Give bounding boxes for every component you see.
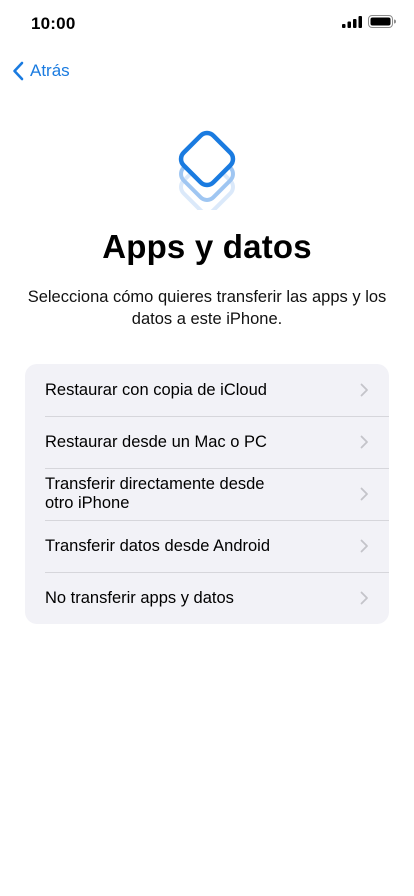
status-time: 10:00 (31, 14, 76, 33)
back-button[interactable]: Atrás (12, 58, 70, 84)
chevron-left-icon (13, 61, 24, 81)
status-icons (342, 15, 396, 28)
chevron-right-icon (360, 591, 368, 605)
stacked-layers-icon (178, 130, 236, 210)
option-label: Transferir datos desde Android (45, 536, 271, 555)
page-subtitle: Selecciona cómo quieres transferir las a… (27, 288, 387, 328)
chevron-right-icon (360, 383, 368, 397)
options-list: Restaurar con copia de iCloud Restaurar … (25, 364, 389, 624)
option-transfer-android[interactable]: Transferir datos desde Android (25, 520, 389, 572)
chevron-right-icon (360, 487, 368, 501)
battery-icon (368, 15, 396, 28)
back-label: Atrás (30, 61, 70, 80)
option-restore-icloud[interactable]: Restaurar con copia de iCloud (25, 364, 389, 416)
page-title: Apps y datos (102, 228, 312, 265)
option-label: Transferir directamente desde otro iPhon… (45, 475, 265, 512)
option-no-transfer[interactable]: No transferir apps y datos (25, 572, 389, 624)
status-bar: 10:00 (0, 0, 414, 48)
chevron-right-icon (360, 539, 368, 553)
option-label: No transferir apps y datos (45, 588, 234, 607)
option-restore-mac-pc[interactable]: Restaurar desde un Mac o PC (25, 416, 389, 468)
signal-icon (342, 15, 362, 28)
chevron-right-icon (360, 435, 368, 449)
option-transfer-iphone[interactable]: Transferir directamente desde otro iPhon… (25, 468, 389, 520)
option-label: Restaurar desde un Mac o PC (45, 432, 267, 451)
option-label: Restaurar con copia de iCloud (45, 380, 267, 399)
